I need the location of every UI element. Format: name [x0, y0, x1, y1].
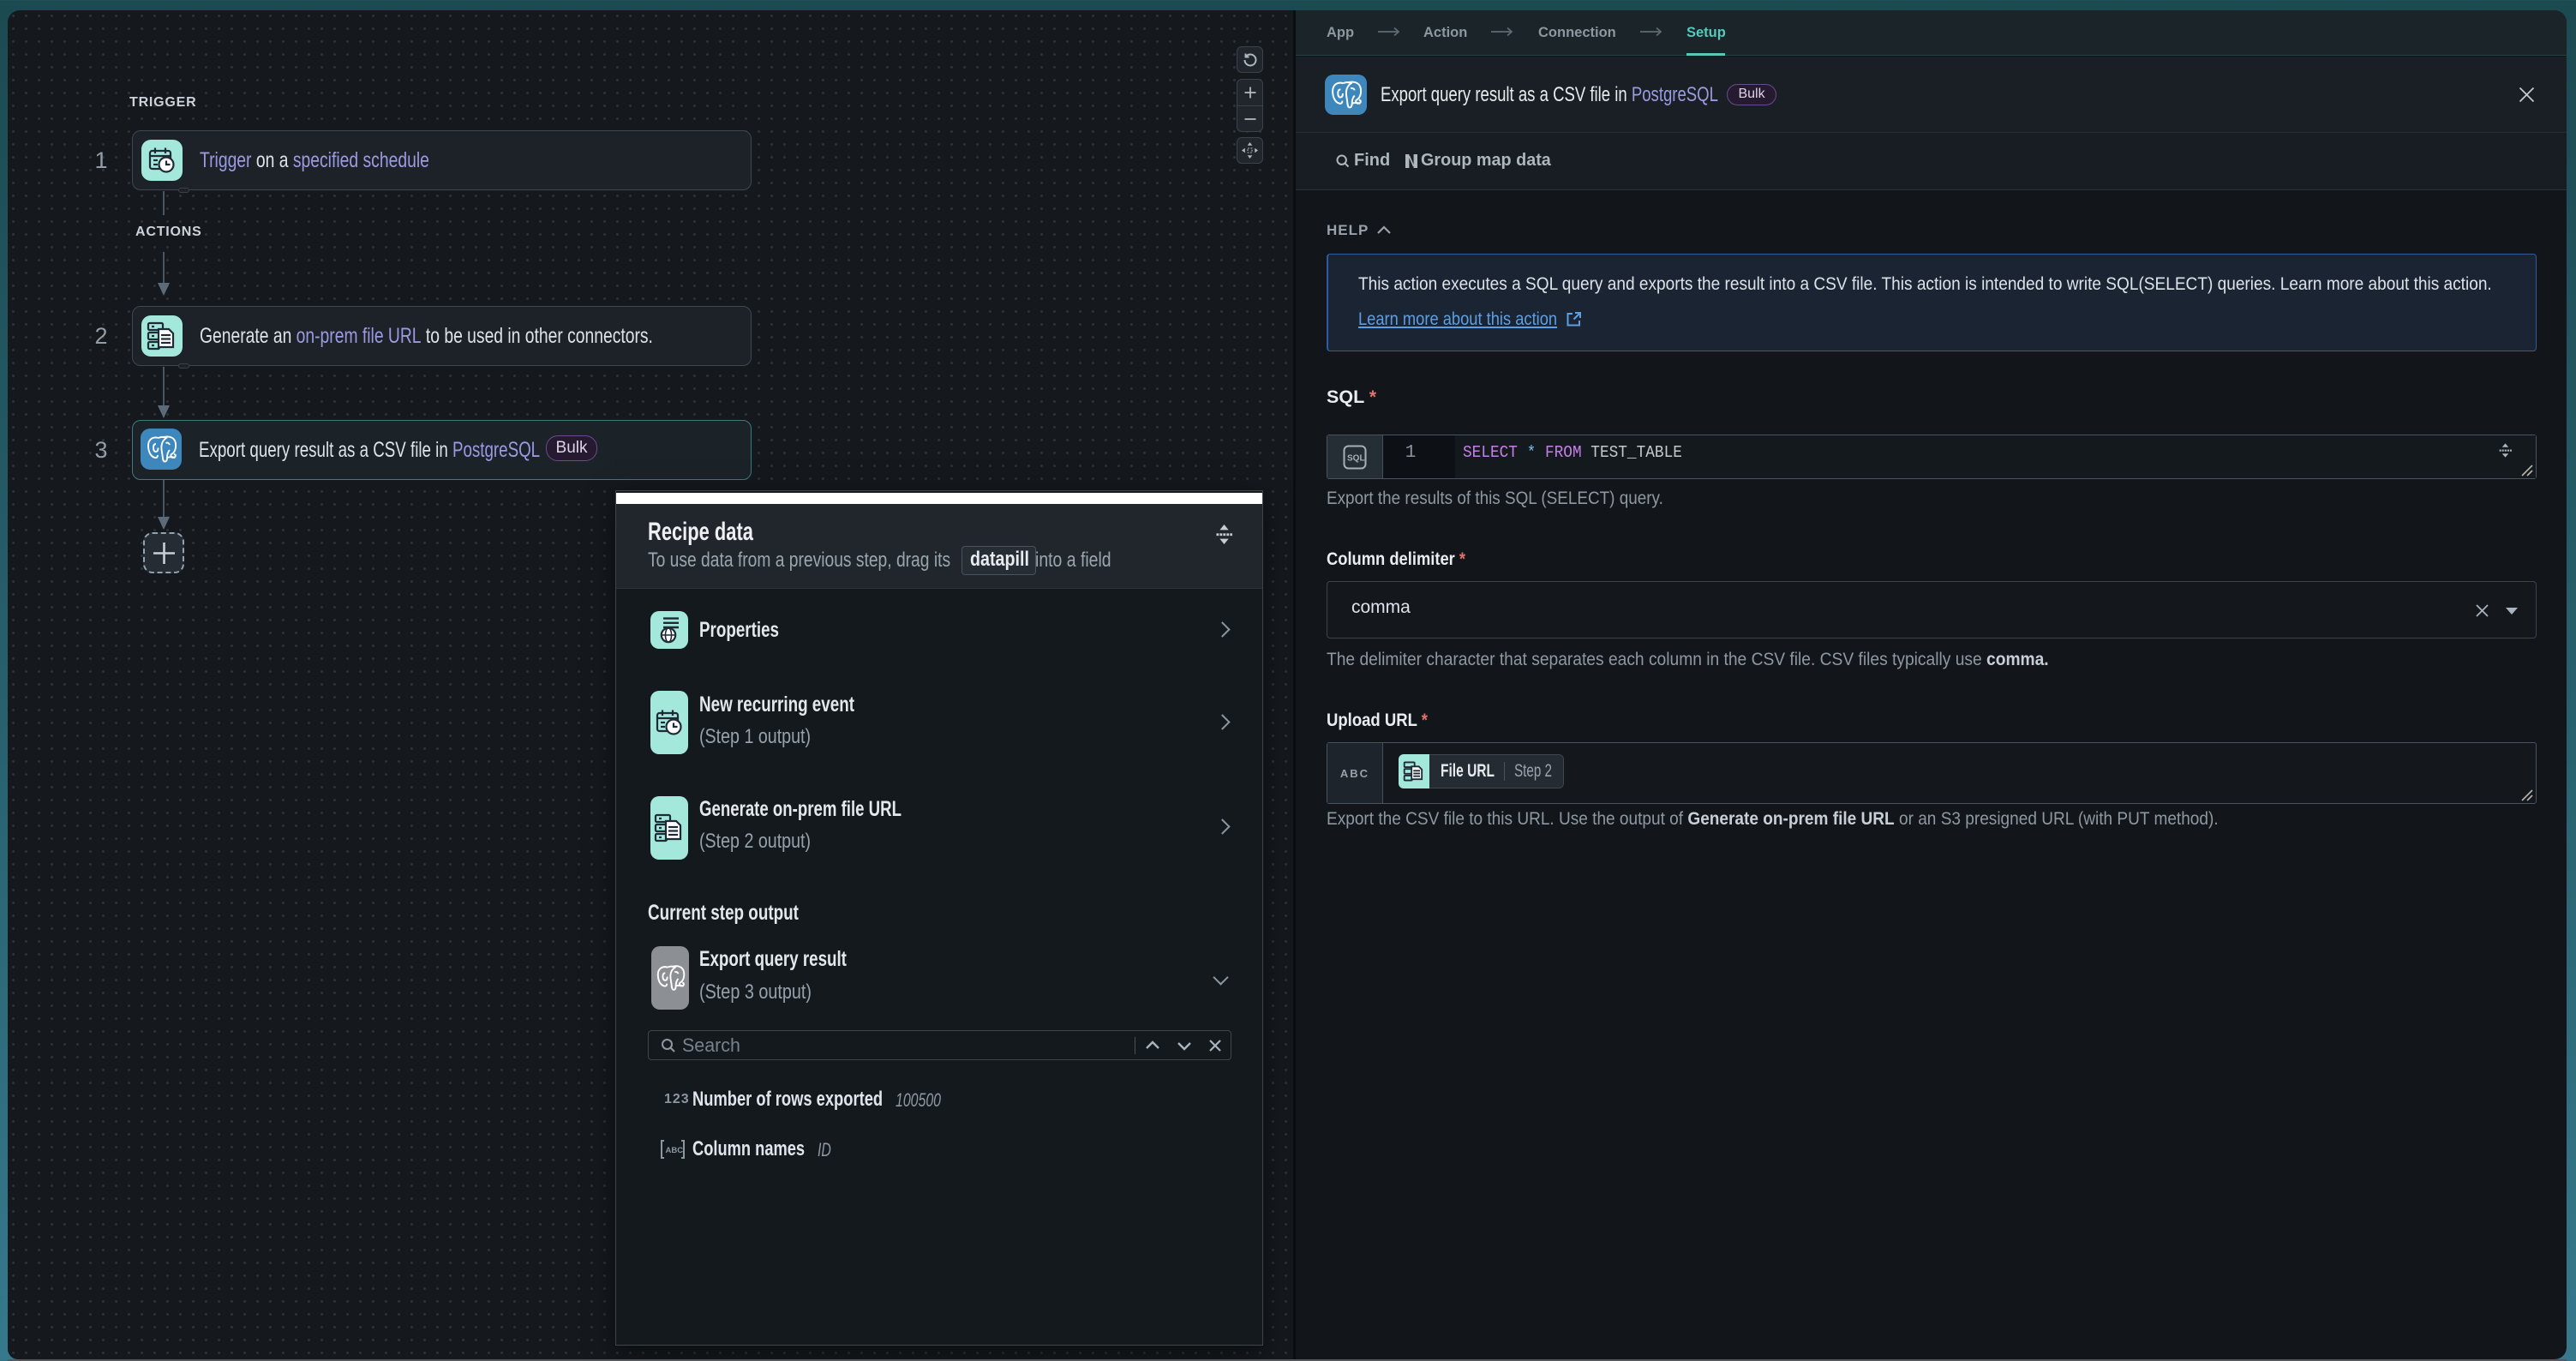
svg-text:SQL: SQL — [1347, 453, 1365, 463]
svg-text:ABC: ABC — [666, 1146, 684, 1155]
